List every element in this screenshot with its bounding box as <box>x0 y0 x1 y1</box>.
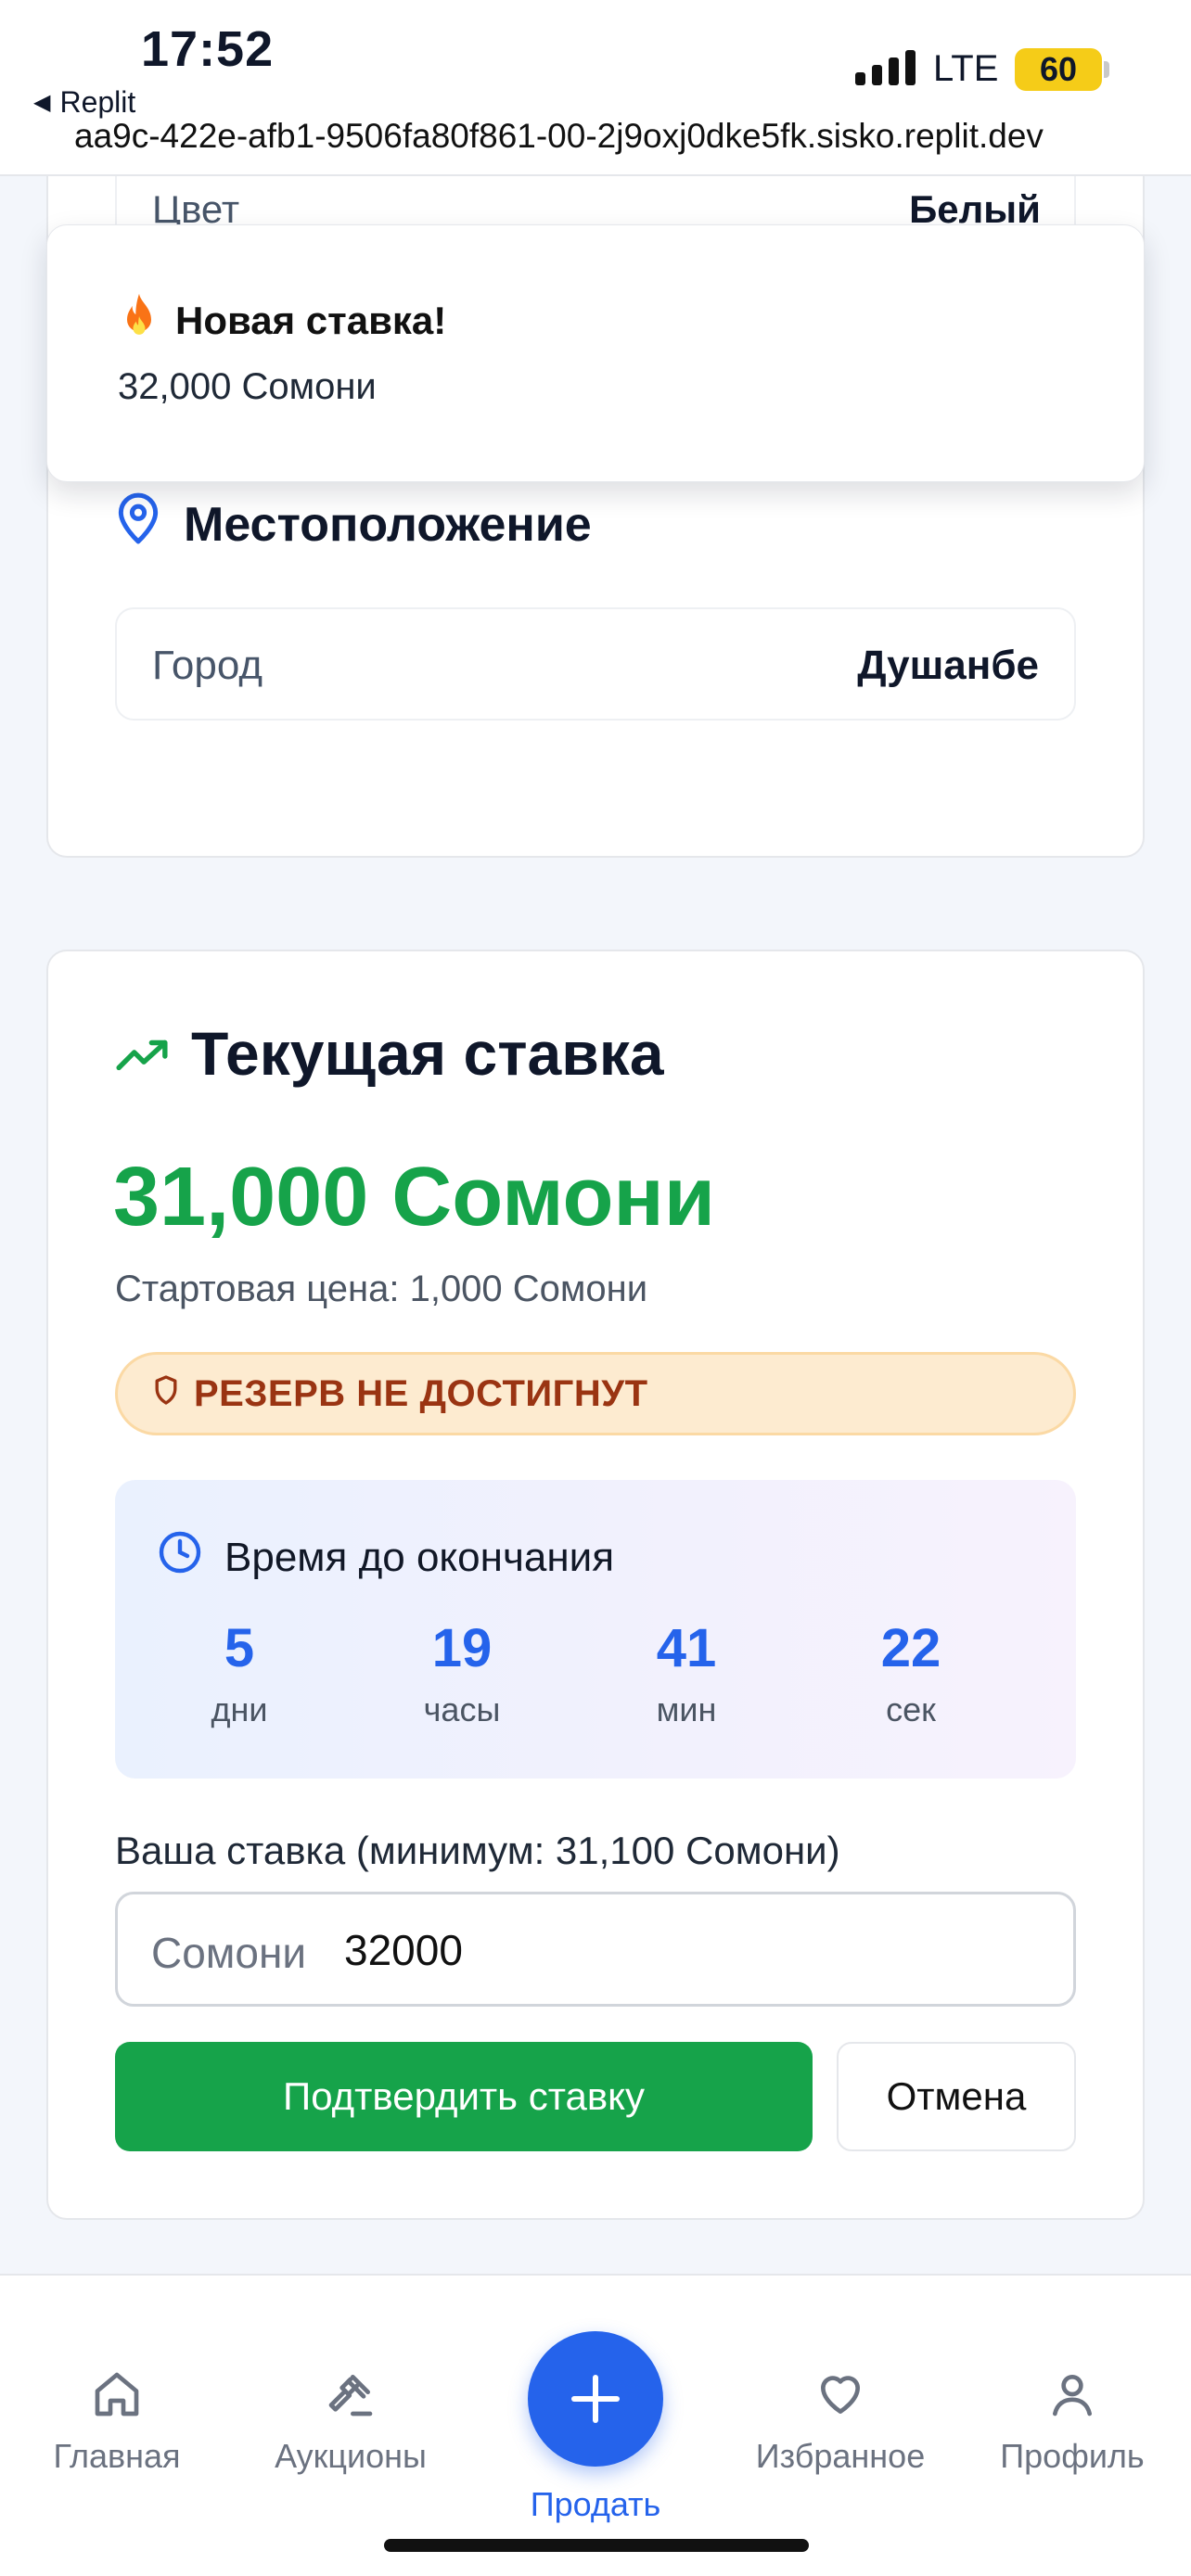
location-title: Местоположение <box>184 497 592 552</box>
timer-unit-label: часы <box>423 1690 501 1728</box>
battery-cap <box>1104 61 1109 78</box>
nav-label-sell[interactable]: Продать <box>503 2485 688 2524</box>
back-app-label: Replit <box>59 85 136 119</box>
reserve-status-badge: РЕЗЕРВ НЕ ДОСТИГНУТ <box>115 1352 1076 1435</box>
timer-seconds: 22 сек <box>818 1617 1004 1729</box>
current-bid-heading: Текущая ставка <box>115 1018 664 1089</box>
timer-minutes: 41 мин <box>594 1617 779 1729</box>
nav-label: Главная <box>53 2437 181 2475</box>
trending-up-icon <box>115 1018 169 1089</box>
timer-days: 5 дни <box>147 1617 332 1729</box>
timer-title: Время до окончания <box>224 1534 615 1580</box>
map-pin-icon <box>115 491 161 557</box>
heart-icon <box>729 2368 952 2420</box>
timer-unit-label: мин <box>656 1690 717 1728</box>
countdown-timer: Время до окончания 5 дни 19 часы 41 мин … <box>115 1480 1076 1779</box>
nav-favorites[interactable]: Избранное <box>729 2368 952 2476</box>
plus-icon <box>528 2375 663 2470</box>
start-price: Стартовая цена: 1,000 Сомони <box>115 1269 648 1309</box>
status-bar: 17:52 ◀ Replit aa9c-422e-afb1-9506fa80f8… <box>0 0 1191 176</box>
toast-title-row: Новая ставка! <box>118 292 446 350</box>
home-icon <box>6 2368 228 2420</box>
location-heading: Местоположение <box>115 491 592 557</box>
signal-icon <box>855 48 916 85</box>
nav-label: Аукционы <box>275 2437 427 2475</box>
network-type: LTE <box>933 48 999 89</box>
shield-icon <box>153 1373 179 1415</box>
timer-unit-label: сек <box>886 1690 936 1728</box>
gavel-icon <box>239 2368 462 2420</box>
timer-value: 5 <box>224 1618 255 1678</box>
toast-title: Новая ставка! <box>175 299 447 342</box>
sell-fab-button[interactable] <box>528 2331 663 2467</box>
new-bid-toast[interactable]: Новая ставка! 32,000 Сомони <box>46 224 1145 482</box>
current-bid-title: Текущая ставка <box>191 1019 664 1088</box>
bid-input-label: Ваша ставка (минимум: 31,100 Сомони) <box>115 1829 840 1872</box>
nav-label: Профиль <box>1000 2437 1145 2475</box>
back-to-app-link[interactable]: ◀ Replit <box>33 85 135 120</box>
currency-prefix: Сомони <box>151 1929 307 1977</box>
bottom-navigation: Главная Аукционы Продать Избранное Профи… <box>0 2274 1191 2576</box>
spec-row-city: Город Душанбе <box>115 607 1076 721</box>
bid-amount-input[interactable] <box>344 1915 1031 1985</box>
confirm-bid-button[interactable]: Подтвердить ставку <box>115 2042 813 2151</box>
fire-icon <box>118 292 160 350</box>
timer-value: 41 <box>656 1618 717 1678</box>
current-price: 31,000 Сомони <box>113 1151 716 1243</box>
battery-icon: 60 <box>1015 48 1102 91</box>
timer-heading: Время до окончания <box>158 1530 614 1585</box>
toast-description: 32,000 Сомони <box>118 366 377 407</box>
reserve-label: РЕЗЕРВ НЕ ДОСТИГНУТ <box>194 1372 648 1414</box>
home-indicator <box>384 2539 809 2552</box>
back-triangle-icon: ◀ <box>33 90 51 115</box>
timer-unit-label: дни <box>211 1690 268 1728</box>
clock: 17:52 <box>141 21 275 77</box>
nav-label: Избранное <box>755 2437 926 2475</box>
user-icon <box>961 2368 1184 2420</box>
clock-icon <box>158 1530 202 1585</box>
spec-label: Город <box>152 643 263 688</box>
timer-hours: 19 часы <box>369 1617 555 1729</box>
bid-amount-field[interactable]: Сомони <box>115 1892 1076 2007</box>
timer-value: 22 <box>880 1618 941 1678</box>
nav-home[interactable]: Главная <box>6 2368 228 2476</box>
nav-auctions[interactable]: Аукционы <box>239 2368 462 2476</box>
url-bar[interactable]: aa9c-422e-afb1-9506fa80f861-00-2j9oxj0dk… <box>74 117 1150 156</box>
cancel-button[interactable]: Отмена <box>837 2042 1076 2151</box>
nav-profile[interactable]: Профиль <box>961 2368 1184 2476</box>
timer-value: 19 <box>431 1618 493 1678</box>
spec-value: Душанбе <box>857 643 1039 688</box>
